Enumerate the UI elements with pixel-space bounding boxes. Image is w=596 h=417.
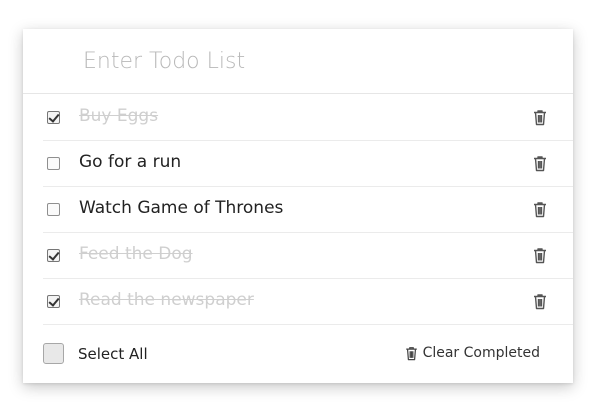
trash-icon[interactable] xyxy=(533,109,547,126)
todo-label: Go for a run xyxy=(79,152,182,172)
trash-icon[interactable] xyxy=(533,247,547,264)
clear-completed-button[interactable]: Clear Completed xyxy=(405,345,540,361)
todo-label: Feed the Dog xyxy=(79,244,193,264)
todo-item: Watch Game of Thrones xyxy=(43,187,573,233)
todo-checkbox[interactable] xyxy=(47,295,60,308)
trash-icon[interactable] xyxy=(533,293,547,310)
todo-checkbox[interactable] xyxy=(47,249,60,262)
trash-icon[interactable] xyxy=(533,201,547,218)
todo-checkbox[interactable] xyxy=(47,203,60,216)
todo-item: Buy Eggs xyxy=(43,95,573,141)
todo-checkbox[interactable] xyxy=(47,157,60,170)
todo-checkbox[interactable] xyxy=(47,111,60,124)
clear-completed-label: Clear Completed xyxy=(422,345,540,361)
trash-icon[interactable] xyxy=(533,155,547,172)
trash-icon xyxy=(405,346,417,360)
todo-label: Read the newspaper xyxy=(79,290,254,310)
select-all-label[interactable]: Select All xyxy=(78,345,148,363)
todo-list: Buy Eggs Go for a run Watch Game of Thro… xyxy=(43,95,573,325)
todo-input[interactable] xyxy=(23,29,573,94)
todo-item: Read the newspaper xyxy=(43,279,573,325)
todo-card: Buy Eggs Go for a run Watch Game of Thro… xyxy=(23,29,573,383)
todo-label: Watch Game of Thrones xyxy=(79,198,284,218)
todo-label: Buy Eggs xyxy=(79,106,159,126)
todo-item: Feed the Dog xyxy=(43,233,573,279)
todo-item: Go for a run xyxy=(43,141,573,187)
select-all-checkbox[interactable] xyxy=(43,343,64,364)
todo-footer: Select All Clear Completed xyxy=(43,329,573,383)
